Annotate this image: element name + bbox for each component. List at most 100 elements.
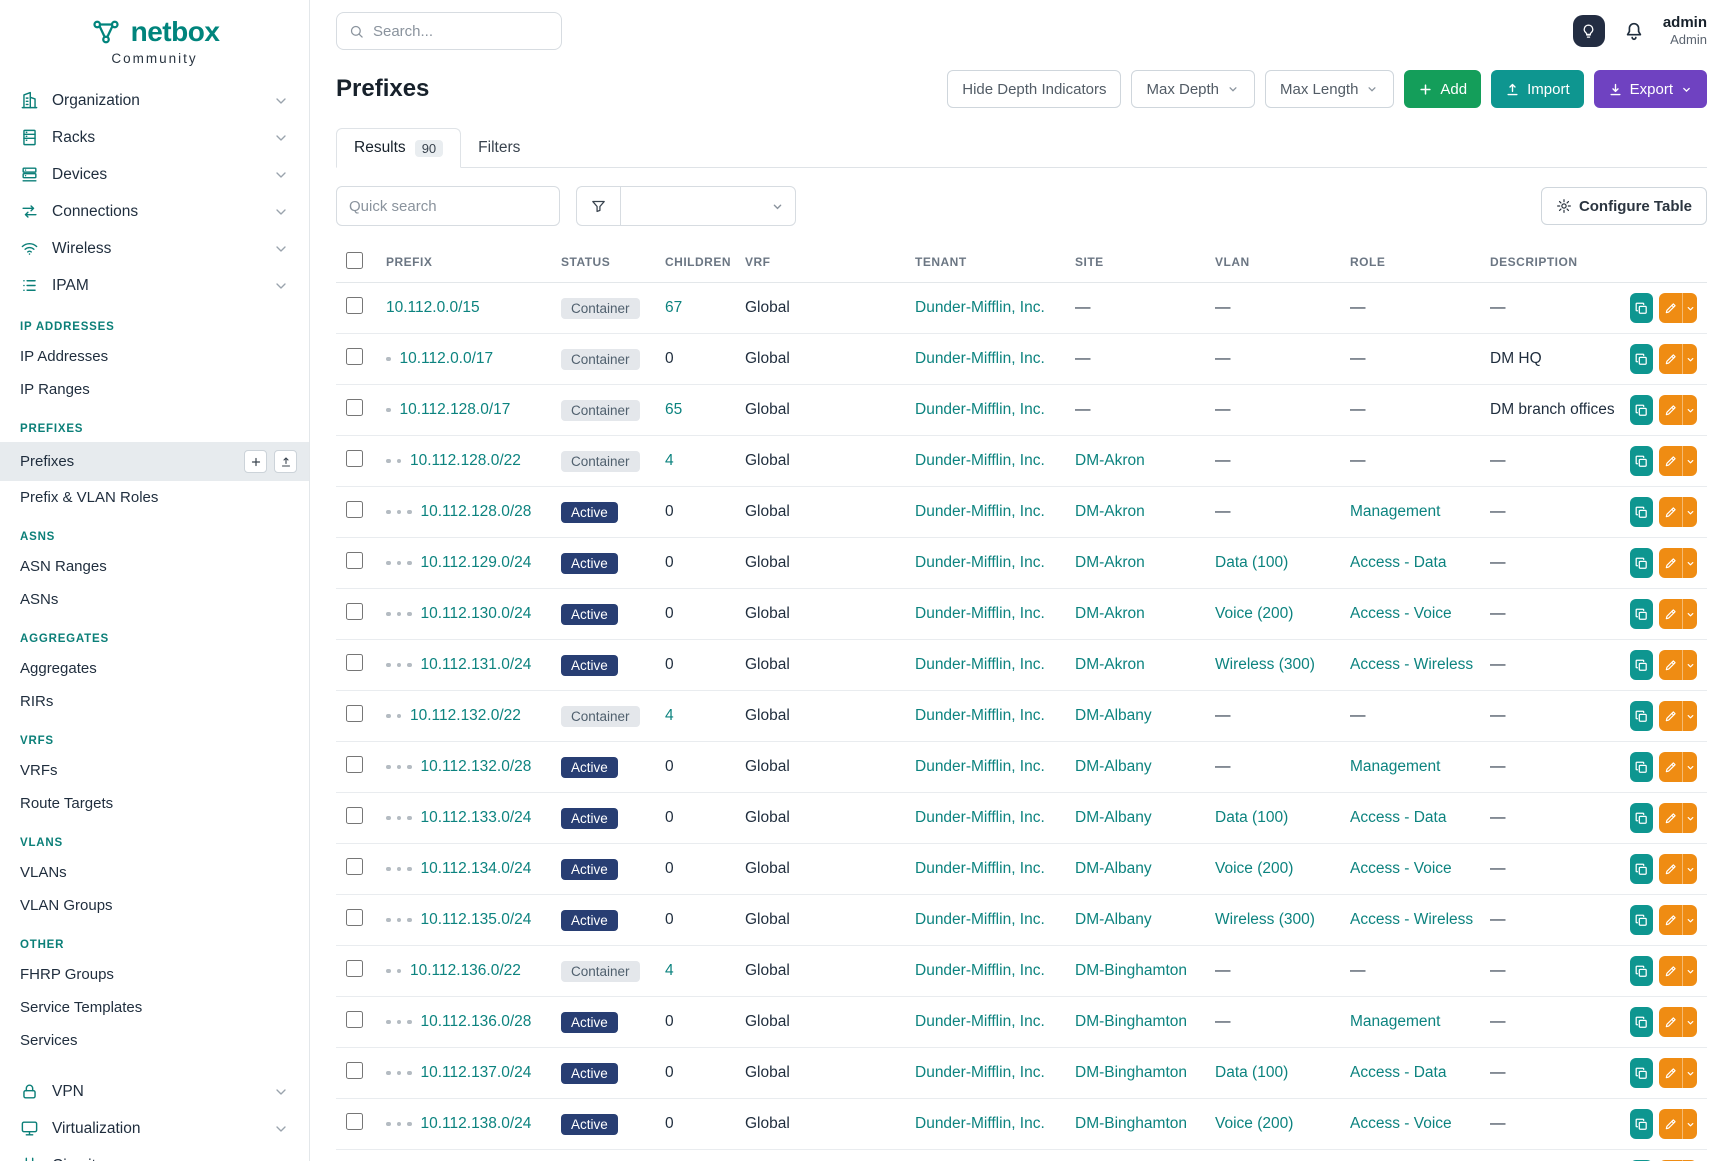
role-link[interactable]: Access - Wireless bbox=[1350, 911, 1473, 928]
copy-button[interactable] bbox=[1630, 803, 1653, 833]
quick-search-input[interactable] bbox=[336, 186, 560, 226]
filter-button[interactable] bbox=[576, 186, 620, 226]
prefix-link[interactable]: 10.112.128.0/22 bbox=[410, 452, 521, 469]
copy-button[interactable] bbox=[1630, 752, 1653, 782]
sidebar-item-vlans[interactable]: VLANs bbox=[0, 856, 309, 889]
edit-dropdown-button[interactable] bbox=[1682, 1007, 1697, 1037]
site-link[interactable]: DM-Binghamton bbox=[1075, 1115, 1187, 1132]
copy-button[interactable] bbox=[1630, 701, 1653, 731]
prefix-link[interactable]: 10.112.128.0/28 bbox=[421, 503, 532, 520]
column-header-vrf[interactable]: VRF bbox=[735, 242, 905, 283]
max-depth-dropdown[interactable]: Max Depth bbox=[1131, 70, 1255, 108]
row-checkbox[interactable] bbox=[346, 348, 363, 365]
children-count-link[interactable]: 67 bbox=[665, 299, 682, 316]
sidebar-item-rirs[interactable]: RIRs bbox=[0, 685, 309, 718]
prefix-link[interactable]: 10.112.131.0/24 bbox=[421, 656, 532, 673]
edit-button[interactable] bbox=[1659, 1007, 1682, 1037]
edit-dropdown-button[interactable] bbox=[1682, 446, 1697, 476]
role-link[interactable]: Access - Data bbox=[1350, 809, 1446, 826]
prefix-link[interactable]: 10.112.132.0/28 bbox=[421, 758, 532, 775]
tenant-link[interactable]: Dunder-Mifflin, Inc. bbox=[915, 605, 1045, 622]
row-checkbox[interactable] bbox=[346, 909, 363, 926]
role-link[interactable]: Access - Wireless bbox=[1350, 656, 1473, 673]
edit-button[interactable] bbox=[1659, 1109, 1682, 1139]
edit-button[interactable] bbox=[1659, 1058, 1682, 1088]
sidebar-menu-ipam[interactable]: IPAM bbox=[0, 267, 309, 304]
sidebar-item-fhrp-groups[interactable]: FHRP Groups bbox=[0, 958, 309, 991]
tenant-link[interactable]: Dunder-Mifflin, Inc. bbox=[915, 962, 1045, 979]
column-header-status[interactable]: STATUS bbox=[551, 242, 655, 283]
tab-filters[interactable]: Filters bbox=[461, 128, 537, 167]
column-header-site[interactable]: SITE bbox=[1065, 242, 1205, 283]
copy-button[interactable] bbox=[1630, 344, 1653, 374]
copy-button[interactable] bbox=[1630, 293, 1653, 323]
site-link[interactable]: DM-Albany bbox=[1075, 707, 1152, 724]
prefix-link[interactable]: 10.112.130.0/24 bbox=[421, 605, 532, 622]
column-header-children[interactable]: CHILDREN bbox=[655, 242, 735, 283]
edit-button[interactable] bbox=[1659, 650, 1682, 680]
vlan-link[interactable]: Data (100) bbox=[1215, 1064, 1288, 1081]
sidebar-menu-circuits[interactable]: Circuits bbox=[0, 1147, 309, 1161]
role-link[interactable]: Management bbox=[1350, 503, 1440, 520]
tenant-link[interactable]: Dunder-Mifflin, Inc. bbox=[915, 503, 1045, 520]
edit-dropdown-button[interactable] bbox=[1682, 854, 1697, 884]
sidebar-item-ip-ranges[interactable]: IP Ranges bbox=[0, 373, 309, 406]
add-button[interactable]: Add bbox=[1404, 70, 1481, 108]
row-checkbox[interactable] bbox=[346, 297, 363, 314]
max-length-dropdown[interactable]: Max Length bbox=[1265, 70, 1394, 108]
prefix-link[interactable]: 10.112.136.0/22 bbox=[410, 962, 521, 979]
prefix-link[interactable]: 10.112.135.0/24 bbox=[421, 911, 532, 928]
edit-button[interactable] bbox=[1659, 548, 1682, 578]
tenant-link[interactable]: Dunder-Mifflin, Inc. bbox=[915, 707, 1045, 724]
prefix-link[interactable]: 10.112.134.0/24 bbox=[421, 860, 532, 877]
edit-button[interactable] bbox=[1659, 344, 1682, 374]
site-link[interactable]: DM-Albany bbox=[1075, 809, 1152, 826]
role-link[interactable]: Access - Voice bbox=[1350, 1115, 1452, 1132]
tab-results[interactable]: Results 90 bbox=[336, 128, 461, 168]
column-header-prefix[interactable]: PREFIX bbox=[376, 242, 551, 283]
copy-button[interactable] bbox=[1630, 395, 1653, 425]
sidebar-item-asn-ranges[interactable]: ASN Ranges bbox=[0, 550, 309, 583]
edit-dropdown-button[interactable] bbox=[1682, 497, 1697, 527]
site-link[interactable]: DM-Akron bbox=[1075, 554, 1145, 571]
sidebar-item-services[interactable]: Services bbox=[0, 1024, 309, 1057]
tenant-link[interactable]: Dunder-Mifflin, Inc. bbox=[915, 1115, 1045, 1132]
sidebar-menu-wireless[interactable]: Wireless bbox=[0, 230, 309, 267]
edit-dropdown-button[interactable] bbox=[1682, 599, 1697, 629]
copy-button[interactable] bbox=[1630, 1109, 1653, 1139]
vlan-link[interactable]: Voice (200) bbox=[1215, 605, 1293, 622]
theme-toggle-button[interactable] bbox=[1573, 15, 1605, 47]
site-link[interactable]: DM-Binghamton bbox=[1075, 962, 1187, 979]
children-count-link[interactable]: 4 bbox=[665, 962, 674, 979]
row-checkbox[interactable] bbox=[346, 1113, 363, 1130]
global-search-input[interactable] bbox=[373, 23, 549, 40]
site-link[interactable]: DM-Binghamton bbox=[1075, 1064, 1187, 1081]
prefix-link[interactable]: 10.112.0.0/17 bbox=[400, 350, 494, 367]
site-link[interactable]: DM-Albany bbox=[1075, 860, 1152, 877]
sidebar-item-route-targets[interactable]: Route Targets bbox=[0, 787, 309, 820]
quick-add-button[interactable] bbox=[244, 450, 267, 473]
prefix-link[interactable]: 10.112.132.0/22 bbox=[410, 707, 521, 724]
edit-dropdown-button[interactable] bbox=[1682, 905, 1697, 935]
edit-dropdown-button[interactable] bbox=[1682, 293, 1697, 323]
copy-button[interactable] bbox=[1630, 956, 1653, 986]
edit-dropdown-button[interactable] bbox=[1682, 548, 1697, 578]
vlan-link[interactable]: Wireless (300) bbox=[1215, 656, 1315, 673]
row-checkbox[interactable] bbox=[346, 756, 363, 773]
tenant-link[interactable]: Dunder-Mifflin, Inc. bbox=[915, 758, 1045, 775]
copy-button[interactable] bbox=[1630, 446, 1653, 476]
edit-button[interactable] bbox=[1659, 599, 1682, 629]
site-link[interactable]: DM-Albany bbox=[1075, 758, 1152, 775]
site-link[interactable]: DM-Akron bbox=[1075, 452, 1145, 469]
row-checkbox[interactable] bbox=[346, 603, 363, 620]
role-link[interactable]: Management bbox=[1350, 1013, 1440, 1030]
edit-button[interactable] bbox=[1659, 752, 1682, 782]
prefix-link[interactable]: 10.112.138.0/24 bbox=[421, 1115, 532, 1132]
role-link[interactable]: Access - Data bbox=[1350, 1064, 1446, 1081]
children-count-link[interactable]: 65 bbox=[665, 401, 682, 418]
row-checkbox[interactable] bbox=[346, 858, 363, 875]
edit-dropdown-button[interactable] bbox=[1682, 956, 1697, 986]
prefix-link[interactable]: 10.112.129.0/24 bbox=[421, 554, 532, 571]
sidebar-item-prefixes[interactable]: Prefixes bbox=[0, 442, 309, 481]
notifications-button[interactable] bbox=[1623, 20, 1645, 42]
